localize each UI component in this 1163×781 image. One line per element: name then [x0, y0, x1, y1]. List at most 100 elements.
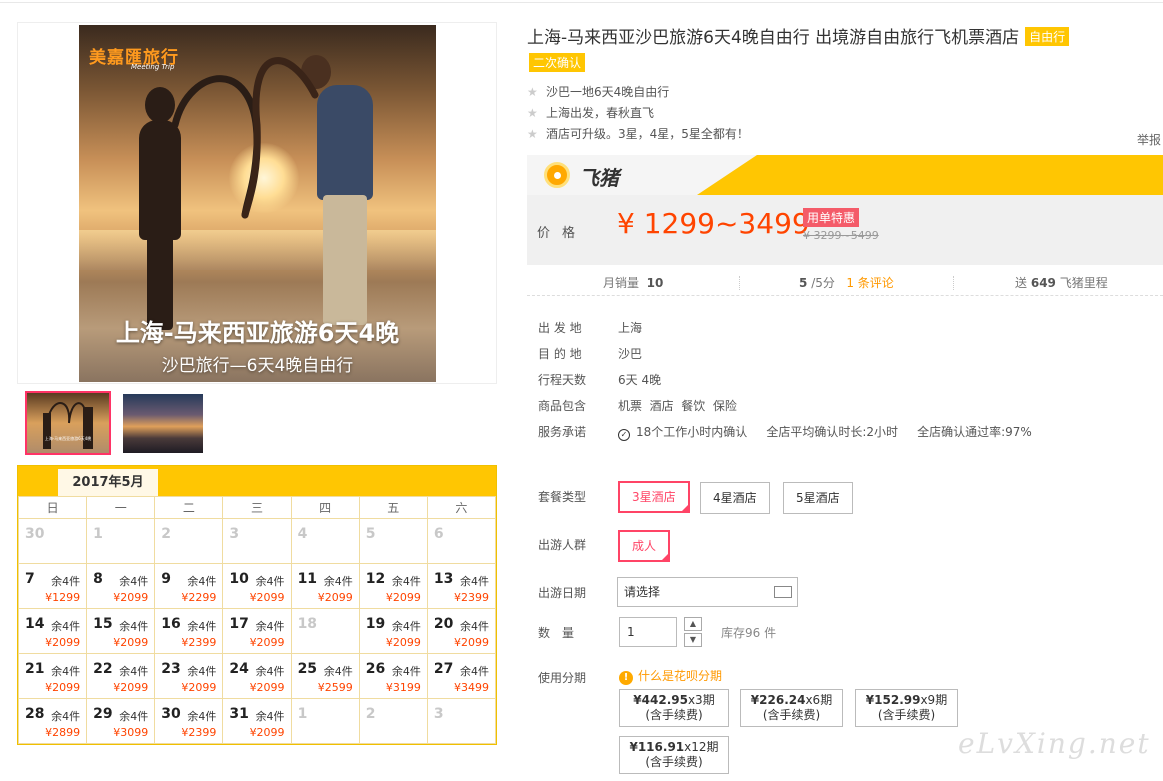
calendar-grid: 日一二三四五六 30 1 2 3 4 5 6 7 余4件 ¥1299 8 余4件 ¥2099 9 余4件 ¥2… — [17, 496, 497, 744]
calendar-week: 14 余4件 ¥2099 15 余4件 ¥2099 16 余4件 ¥2399 17 余4件 ¥2099… — [17, 608, 497, 654]
calendar-day[interactable]: 28 余4件 ¥2899 — [17, 698, 88, 744]
installment-label: 使用分期 — [538, 671, 587, 685]
calendar-day[interactable]: 27 余4件 ¥3499 — [426, 653, 497, 699]
calendar-day[interactable]: 7 余4件 ¥1299 — [17, 563, 88, 609]
calendar-day[interactable]: 9 余4件 ¥2299 — [154, 563, 224, 609]
thumbnail-2[interactable] — [123, 394, 203, 453]
stock-left: 余4件 — [119, 665, 149, 678]
stock-left: 余4件 — [323, 575, 353, 588]
package-4star-button[interactable]: 4星酒店 — [700, 482, 770, 514]
price-value: ¥ 1299~3499 — [617, 207, 810, 240]
info-row-includes: 商品包含 机票 酒店 餐饮 保险 — [538, 399, 737, 413]
thumb-heart-arms — [43, 402, 93, 449]
calendar-day[interactable]: 10 余4件 ¥2099 — [222, 563, 292, 609]
star-icon: ★ — [527, 127, 538, 141]
quantity-input[interactable]: 1 — [619, 617, 677, 647]
fliggy-name: 飞猪 — [579, 166, 619, 190]
calendar-day[interactable]: 25 余4件 ¥2599 — [290, 653, 360, 699]
feature-text: 沙巴一地6天4晚自由行 — [546, 85, 670, 99]
calendar-day: 30 — [17, 518, 88, 564]
calendar-day[interactable]: 30 余4件 ¥2399 — [154, 698, 224, 744]
free-travel-tag: 自由行 — [1025, 27, 1070, 46]
price-box: 价格 ¥ 1299~3499 用单特惠 ¥ 3299~5499 — [527, 195, 1163, 265]
stock-left: 余4件 — [119, 710, 149, 723]
calendar-day[interactable]: 26 余4件 ¥3199 — [358, 653, 428, 699]
installment-9-button[interactable]: ¥152.99x9期 (含手续费) — [855, 689, 958, 727]
calendar-day[interactable]: 31 余4件 ¥2099 — [222, 698, 292, 744]
product-title: 上海-马来西亚沙巴旅游6天4晚自由行 出境游自由旅行飞机票酒店 自由行 — [527, 23, 1070, 48]
feature-text: 上海出发，春秋直飞 — [546, 106, 655, 120]
banner-wedge — [697, 155, 757, 195]
calendar-icon[interactable] — [774, 586, 792, 598]
weekday-header: 三 — [222, 496, 292, 519]
stock-left: 余4件 — [255, 710, 285, 723]
package-5star-button[interactable]: 5星酒店 — [783, 482, 853, 514]
installment-3-button[interactable]: ¥442.95x3期 (含手续费) — [619, 689, 729, 727]
day-price: ¥2099 — [45, 681, 81, 694]
main-photo[interactable]: 美嘉匯旅行 Meeting Trip 上海-马来西亚旅游6天4晚 沙巴旅行—6天… — [79, 25, 436, 382]
stock-left: 余4件 — [187, 665, 217, 678]
stock-left: 余4件 — [460, 665, 489, 678]
info-row-departure: 出 发 地上海 — [538, 321, 643, 335]
stock-left: 余4件 — [187, 620, 217, 633]
stock-left: 余4件 — [119, 575, 149, 588]
day-number: 1 — [93, 526, 103, 542]
day-number: 31 — [229, 706, 249, 722]
day-number: 3 — [229, 526, 240, 542]
stock-left: 余4件 — [391, 665, 421, 678]
product-title-text: 上海-马来西亚沙巴旅游6天4晚自由行 出境游自由旅行飞机票酒店 — [527, 28, 1020, 48]
stock-left: 余4件 — [391, 575, 421, 588]
day-price: ¥2099 — [113, 636, 149, 649]
product-gallery: 美嘉匯旅行 Meeting Trip 上海-马来西亚旅游6天4晚 沙巴旅行—6天… — [17, 22, 497, 384]
day-number: 19 — [365, 616, 386, 632]
top-divider — [0, 2, 1163, 3]
star-icon: ★ — [527, 85, 538, 99]
calendar-day[interactable]: 16 余4件 ¥2399 — [154, 608, 224, 654]
calendar-week: 7 余4件 ¥1299 8 余4件 ¥2099 9 余4件 ¥2299 10 余4件 ¥2099 11 余… — [17, 563, 497, 609]
calendar-day: 1 — [290, 698, 360, 744]
day-number: 28 — [25, 706, 45, 722]
calendar-day[interactable]: 13 余4件 ¥2399 — [426, 563, 497, 609]
huabei-link[interactable]: ! 什么是花呗分期 — [619, 667, 722, 685]
report-link[interactable]: 举报 — [1137, 131, 1161, 148]
installment-6-button[interactable]: ¥226.24x6期 (含手续费) — [740, 689, 843, 727]
date-input[interactable]: 请选择 — [617, 577, 798, 607]
calendar-day[interactable]: 23 余4件 ¥2099 — [154, 653, 224, 699]
day-price: ¥2099 — [249, 636, 285, 649]
calendar-day[interactable]: 21 余4件 ¥2099 — [17, 653, 88, 699]
calendar-day[interactable]: 14 余4件 ¥2099 — [17, 608, 88, 654]
calendar-month-tab[interactable]: 2017年5月 — [58, 469, 158, 496]
calendar-day[interactable]: 19 余4件 ¥2099 — [358, 608, 428, 654]
calendar-day[interactable]: 17 余4件 ¥2099 — [222, 608, 292, 654]
calendar-day[interactable]: 22 余4件 ¥2099 — [86, 653, 156, 699]
group-adult-button[interactable]: 成人 — [618, 530, 671, 562]
calendar-day: 2 — [154, 518, 224, 564]
confirm-tag: 二次确认 — [529, 53, 586, 72]
calendar-day: 4 — [290, 518, 360, 564]
calendar-day: 2 — [358, 698, 428, 744]
day-price: ¥2099 — [249, 591, 285, 604]
thumbnail-1[interactable]: 上海-马来西亚旅游6天4晚 — [25, 391, 111, 455]
feature-item: ★ 酒店可升级。3星，4星，5星全都有！ — [527, 124, 749, 145]
reviews-link[interactable]: 1 条评论 — [846, 276, 893, 290]
day-number: 4 — [297, 526, 308, 542]
installment-12-button[interactable]: ¥116.91x12期 (含手续费) — [619, 736, 729, 774]
stats-separator — [739, 276, 740, 290]
day-number: 1 — [297, 706, 308, 722]
calendar-day[interactable]: 11 余4件 ¥2099 — [290, 563, 360, 609]
day-number: 26 — [365, 661, 386, 677]
calendar-day: 3 — [426, 698, 497, 744]
day-number: 22 — [93, 661, 113, 677]
quantity-up-button[interactable]: ▲ — [684, 617, 702, 631]
calendar-day[interactable]: 29 余4件 ¥3099 — [86, 698, 156, 744]
day-number: 24 — [229, 661, 249, 677]
calendar-day[interactable]: 8 余4件 ¥2099 — [86, 563, 156, 609]
package-3star-button[interactable]: 3星酒店 — [618, 481, 690, 513]
quantity-down-button[interactable]: ▼ — [684, 633, 702, 647]
stock-left: 余4件 — [187, 575, 217, 588]
day-price: ¥2299 — [181, 591, 217, 604]
calendar-day[interactable]: 12 余4件 ¥2099 — [358, 563, 428, 609]
calendar-day[interactable]: 20 余4件 ¥2099 — [426, 608, 497, 654]
calendar-day[interactable]: 15 余4件 ¥2099 — [86, 608, 156, 654]
calendar-day[interactable]: 24 余4件 ¥2099 — [222, 653, 292, 699]
